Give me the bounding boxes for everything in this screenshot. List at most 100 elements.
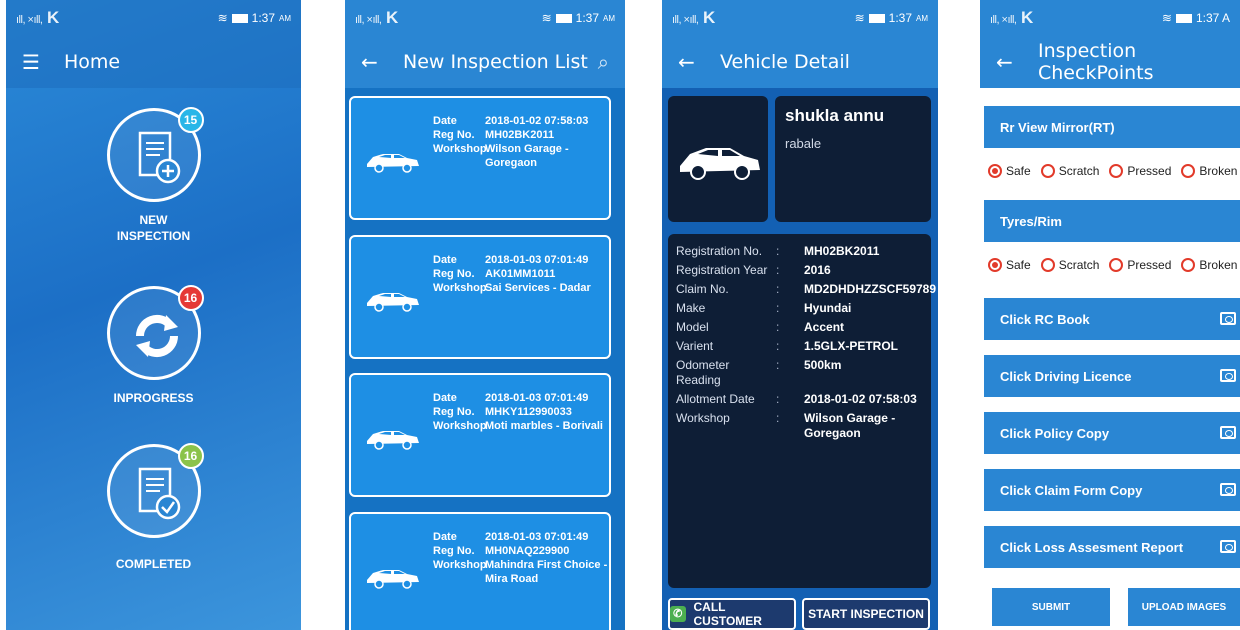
- clock: 1:37: [251, 11, 275, 25]
- detail-label: Make: [676, 301, 706, 315]
- reg-label: Reg No.: [433, 545, 475, 557]
- vehicle-details-panel: Registration No.: MH02BK2011 Registration …: [668, 234, 936, 588]
- status-bar: ıll, ×ıll, K ≋ 1:37 AM: [345, 0, 625, 36]
- date-label: Date: [433, 392, 457, 404]
- workshop-label: Workshop: [433, 282, 487, 294]
- date-value: 2018-01-03 07:01:49: [485, 254, 589, 266]
- radio-label: Broken: [1199, 258, 1238, 272]
- radio-label: Safe: [1006, 258, 1031, 272]
- condition-radio-group: Safe Scratch Pressed Broken: [988, 258, 1240, 272]
- workshop-value: Sai Services - Dadar: [485, 282, 591, 294]
- camera-icon[interactable]: [1220, 312, 1236, 325]
- photo-capture-item[interactable]: Click Loss Assesment Report: [984, 526, 1240, 568]
- radio-broken[interactable]: [1181, 164, 1196, 178]
- radio-label: Scratch: [1058, 164, 1100, 178]
- upload-images-button[interactable]: UPLOAD IMAGES: [1128, 588, 1240, 626]
- detail-row: Varient: 1.5GLX-PETROL: [676, 339, 923, 354]
- detail-row: Registration No.: MH02BK2011: [676, 244, 923, 259]
- app-bar: ← New Inspection List ⌕: [345, 36, 625, 88]
- camera-icon[interactable]: [1220, 483, 1236, 496]
- camera-icon[interactable]: [1220, 540, 1236, 553]
- back-arrow-icon[interactable]: ←: [996, 50, 1038, 74]
- inspection-card[interactable]: Date 2018-01-03 07:01:49 Reg No. MH0NAQ2299…: [349, 512, 611, 630]
- new-label-2: INSPECTION: [116, 229, 191, 243]
- vehicle-detail-screen: ıll, ×ıll, K ≋ 1:37 AM ← Vehicle Detail sh…: [662, 0, 938, 630]
- detail-row: Registration Year: 2016: [676, 263, 923, 278]
- car-icon: [680, 148, 760, 180]
- submit-label: SUBMIT: [1031, 601, 1071, 613]
- wifi-icon: ≋: [217, 11, 228, 25]
- radio-broken[interactable]: [1181, 258, 1196, 272]
- home-screen: ıll, ×ıll, K ≋ 1:37 AM ☰ Home 15 NEW INSPEC…: [6, 0, 301, 630]
- camera-icon[interactable]: [1220, 426, 1236, 439]
- new-inspection-button[interactable]: 15 NEW INSPECTION: [6, 107, 301, 244]
- detail-separator: :: [776, 263, 780, 277]
- back-arrow-icon[interactable]: ←: [361, 50, 403, 74]
- completed-button[interactable]: 16 COMPLETED: [6, 443, 301, 572]
- clock: 1:37: [888, 11, 912, 25]
- search-icon[interactable]: ⌕: [598, 50, 609, 74]
- reg-label: Reg No.: [433, 406, 475, 418]
- start-inspection-button[interactable]: START INSPECTION: [802, 598, 930, 630]
- radio-pressed[interactable]: [1109, 164, 1124, 178]
- detail-separator: :: [776, 411, 780, 425]
- detail-value: 2018-01-02 07:58:03: [804, 392, 917, 406]
- detail-separator: :: [776, 282, 780, 296]
- completed-count-badge: 16: [177, 443, 204, 469]
- inspection-card[interactable]: Date 2018-01-03 07:01:49 Reg No. MHKY112990…: [349, 373, 611, 497]
- clock: 1:37 A: [1195, 11, 1230, 25]
- checkpoints-screen: ıll, ×ıll, K ≋ 1:37 A ← Inspection CheckP…: [980, 0, 1240, 630]
- upload-images-label: UPLOAD IMAGES: [1141, 601, 1227, 613]
- date-label: Date: [433, 115, 457, 127]
- page-title: Inspection CheckPoints: [1038, 40, 1154, 84]
- photo-capture-item[interactable]: Click Policy Copy: [984, 412, 1240, 454]
- phone-icon: ✆: [670, 606, 686, 622]
- workshop-label: Workshop: [433, 143, 487, 155]
- radio-safe[interactable]: [988, 258, 1002, 272]
- detail-label: Model: [676, 320, 709, 334]
- start-inspection-label: START INSPECTION: [808, 607, 924, 621]
- car-icon: [367, 154, 419, 173]
- workshop-label: Workshop: [433, 559, 487, 571]
- car-icon: [367, 293, 419, 312]
- detail-separator: :: [776, 392, 780, 406]
- radio-label: Pressed: [1127, 164, 1172, 178]
- submit-button[interactable]: SUBMIT: [992, 588, 1110, 626]
- status-bar: ıll, ×ıll, K ≋ 1:37 AM: [6, 0, 301, 36]
- call-customer-button[interactable]: ✆ CALL CUSTOMER: [668, 598, 796, 630]
- radio-pressed[interactable]: [1109, 258, 1124, 272]
- detail-value: Hyundai: [804, 301, 852, 315]
- reg-label: Reg No.: [433, 129, 475, 141]
- condition-radio-group: Safe Scratch Pressed Broken: [988, 164, 1240, 178]
- workshop-value: Wilson Garage - Goregaon: [485, 143, 569, 169]
- back-arrow-icon[interactable]: ←: [678, 50, 720, 74]
- menu-icon[interactable]: ☰: [22, 50, 64, 74]
- car-icon: [367, 570, 419, 589]
- detail-value: Wilson Garage - Goregaon: [804, 411, 896, 440]
- inprogress-count-badge: 16: [177, 285, 204, 311]
- camera-icon[interactable]: [1220, 369, 1236, 382]
- detail-separator: :: [776, 244, 780, 258]
- detail-value: 2016: [804, 263, 831, 277]
- detail-row: Workshop: Wilson Garage - Goregaon: [676, 411, 923, 441]
- radio-safe[interactable]: [988, 164, 1002, 178]
- checkpoint-name: Rr View Mirror(RT): [1000, 119, 1115, 135]
- workshop-label: Workshop: [433, 420, 487, 432]
- radio-label: Broken: [1199, 164, 1238, 178]
- radio-label: Scratch: [1058, 258, 1100, 272]
- detail-separator: :: [776, 358, 780, 372]
- photo-capture-item[interactable]: Click Claim Form Copy: [984, 469, 1240, 511]
- reg-value: MHKY112990033: [485, 406, 572, 418]
- photo-capture-item[interactable]: Click RC Book: [984, 298, 1240, 340]
- inprogress-button[interactable]: 16 INPROGRESS: [6, 285, 301, 406]
- detail-row: Claim No.: MD2DHDHZZSCF59789: [676, 282, 936, 297]
- photo-capture-item[interactable]: Click Driving Licence: [984, 355, 1240, 397]
- status-bar: ıll, ×ıll, K ≋ 1:37 AM: [662, 0, 938, 36]
- inspection-card[interactable]: Date 2018-01-03 07:01:49 Reg No. AK01MM1011…: [349, 235, 611, 359]
- status-bar: ıll, ×ıll, K ≋ 1:37 A: [980, 0, 1240, 36]
- radio-scratch[interactable]: [1040, 258, 1055, 272]
- radio-scratch[interactable]: [1040, 164, 1055, 178]
- inspection-card[interactable]: Date 2018-01-02 07:58:03 Reg No. MH02BK2011…: [349, 96, 611, 220]
- completed-label: COMPLETED: [115, 557, 192, 571]
- photo-item-label: Click Policy Copy: [1000, 425, 1110, 441]
